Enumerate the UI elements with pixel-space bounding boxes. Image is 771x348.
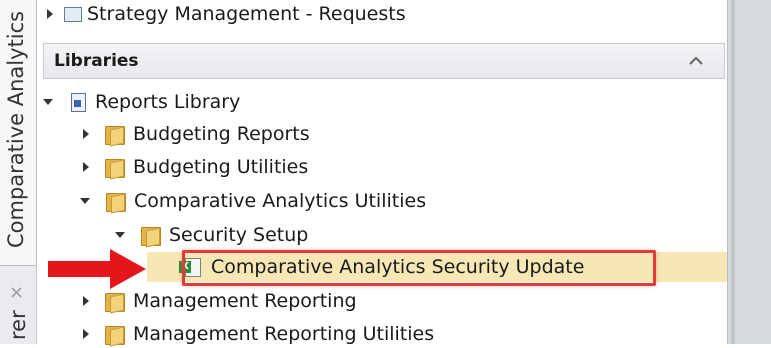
expand-arrow-icon[interactable]: [83, 329, 89, 339]
folder-icon: [141, 225, 161, 248]
annotation-highlight-box: [182, 250, 656, 286]
folder-icon: [105, 157, 125, 180]
tree-item-strategy-requests[interactable]: Strategy Management - Requests: [47, 0, 406, 28]
folder-icon: [105, 124, 125, 147]
folder-icon: [106, 191, 126, 214]
tree-item-label: Security Setup: [169, 224, 309, 246]
tree-item-reports-library[interactable]: Reports Library: [43, 88, 240, 116]
folder-icon: [105, 324, 125, 347]
libraries-section-header[interactable]: Libraries: [43, 43, 725, 79]
expand-arrow-icon[interactable]: [47, 9, 53, 19]
expand-arrow-icon[interactable]: [83, 162, 89, 172]
tree-item-label: Budgeting Reports: [133, 123, 310, 145]
chevron-up-icon[interactable]: [688, 55, 704, 67]
expand-arrow-icon[interactable]: [83, 296, 89, 306]
tab-comparative-analytics-label: Comparative Analytics: [4, 10, 28, 248]
tree-item-comparative-analytics-utilities[interactable]: Comparative Analytics Utilities: [80, 187, 426, 215]
tree-item-label: Management Reporting Utilities: [133, 323, 435, 345]
annotation-arrow-icon: [48, 261, 112, 277]
collapse-arrow-icon[interactable]: [80, 198, 90, 204]
tab-explorer-label: rer: [6, 310, 30, 340]
tree-item-label: Management Reporting: [133, 290, 357, 312]
splitter[interactable]: [731, 0, 735, 344]
tree-item-budgeting-reports[interactable]: Budgeting Reports: [83, 120, 310, 148]
reports-library-icon: [69, 92, 87, 112]
tree-item-budgeting-utilities[interactable]: Budgeting Utilities: [83, 153, 308, 181]
tree-item-management-reporting[interactable]: Management Reporting: [83, 287, 357, 315]
tree-item-label: Budgeting Utilities: [133, 156, 309, 178]
tree-item-label: Strategy Management - Requests: [87, 3, 406, 25]
tree-item-label: Reports Library: [95, 91, 241, 113]
tree-item-label: Comparative Analytics Utilities: [134, 190, 427, 212]
tree-item-security-setup[interactable]: Security Setup: [115, 221, 308, 249]
collapse-arrow-icon[interactable]: [115, 232, 125, 238]
folder-icon: [105, 291, 125, 314]
expand-arrow-icon[interactable]: [83, 129, 89, 139]
annotation-arrow-head-icon: [110, 249, 146, 289]
strategy-management-icon: [63, 5, 83, 23]
close-icon[interactable]: ×: [9, 282, 24, 303]
navigation-panel: Strategy Management - Requests Libraries…: [37, 0, 727, 347]
collapse-arrow-icon[interactable]: [43, 99, 53, 105]
libraries-title: Libraries: [54, 51, 139, 71]
